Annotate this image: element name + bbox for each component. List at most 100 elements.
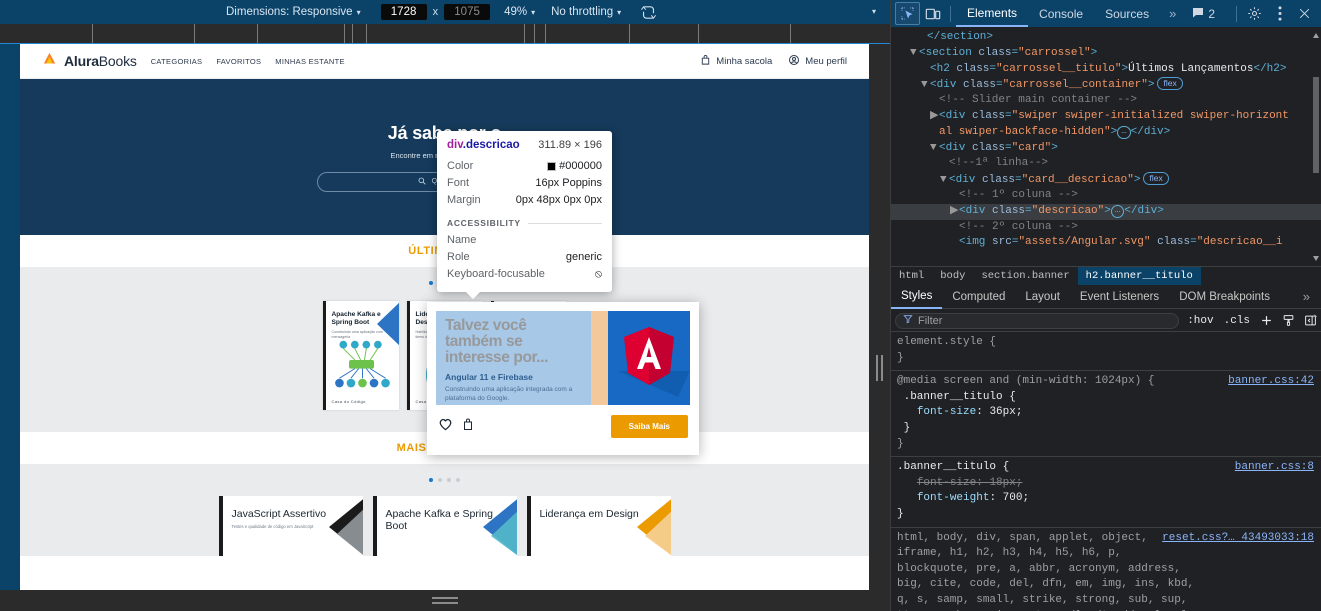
rule-banner-titulo[interactable]: banner.css:8 .banner__titulo { font-size…: [891, 457, 1321, 528]
more-tabs-icon[interactable]: »: [1160, 6, 1185, 21]
accessibility-label: ACCESSIBILITY: [447, 218, 521, 228]
tooltip-key: Role: [447, 251, 470, 263]
carousel-dot[interactable]: [447, 478, 451, 482]
breadcrumb-body[interactable]: body: [932, 267, 973, 286]
dom-line[interactable]: ▶<div class="swiper swiper-initialized s…: [891, 109, 1321, 125]
dom-line[interactable]: <!--1ª linha-->: [891, 156, 1321, 172]
device-toolbar-more-icon[interactable]: ▾: [872, 7, 876, 16]
book-card[interactable]: Apache Kafka e Spring Boot Construindo u…: [322, 301, 399, 410]
dom-line[interactable]: </section>: [891, 30, 1321, 46]
heart-icon[interactable]: [438, 417, 453, 436]
carousel-dot[interactable]: [456, 478, 460, 482]
dom-line[interactable]: ▼ <section class="carrossel">: [891, 46, 1321, 62]
tab-console[interactable]: Console: [1028, 0, 1094, 27]
dom-line[interactable]: ▼ <div class="card">: [891, 141, 1321, 157]
saiba-mais-button[interactable]: Saiba Mais: [610, 415, 688, 438]
dom-tree-scrollbar[interactable]: [1312, 31, 1320, 267]
nav-item-favoritos[interactable]: FAVORITOS: [216, 57, 261, 66]
dom-line[interactable]: al swiper-backface-hidden">… </div>: [891, 125, 1321, 141]
issues-counter[interactable]: 2: [1185, 7, 1222, 21]
new-style-rule-button[interactable]: [1258, 314, 1274, 327]
tab-sources[interactable]: Sources: [1094, 0, 1160, 27]
declaration-value[interactable]: 36px;: [989, 406, 1022, 418]
dom-line[interactable]: ▼ <div class="card__descricao"> flex: [891, 172, 1321, 188]
brush-icon[interactable]: [1280, 314, 1296, 327]
rule-source-link[interactable]: banner.css:42: [1228, 374, 1314, 390]
breadcrumb-h2-banner-titulo[interactable]: h2.banner__titulo: [1077, 266, 1201, 286]
dom-line[interactable]: <img src="assets/Angular.svg" class="des…: [891, 235, 1321, 251]
declaration-value[interactable]: 700;: [1003, 492, 1029, 504]
rule-element-style[interactable]: element.style { }: [891, 332, 1321, 372]
rule-close: }: [897, 507, 904, 520]
viewport-width-input[interactable]: [380, 4, 427, 20]
tab-layout[interactable]: Layout: [1015, 285, 1070, 309]
highlighted-card[interactable]: Talvez você também se interesse por... A…: [427, 302, 699, 455]
bag-icon[interactable]: [462, 417, 474, 436]
hover-state-button[interactable]: :hov: [1185, 315, 1215, 327]
viewport-width-drag-handle[interactable]: [873, 355, 885, 381]
throttling-dropdown[interactable]: No throttling ▾: [551, 6, 621, 18]
book-card[interactable]: Liderança em Design: [526, 496, 671, 556]
styles-rules-list[interactable]: element.style { } banner.css:42 @media s…: [891, 332, 1321, 611]
declaration-value[interactable]: 18px;: [989, 477, 1022, 489]
carousel-dot[interactable]: [429, 478, 433, 482]
breadcrumb-section-banner[interactable]: section.banner: [973, 267, 1077, 286]
gear-icon[interactable]: [1242, 2, 1267, 25]
declaration-property[interactable]: font-weight: [917, 492, 990, 504]
nav-item-categorias[interactable]: CATEGORIAS: [151, 57, 203, 66]
tab-styles[interactable]: Styles: [891, 285, 943, 309]
tab-dom-breakpoints[interactable]: DOM Breakpoints: [1169, 285, 1280, 309]
rule-source-link[interactable]: reset.css?… 43493033:18: [1162, 531, 1314, 547]
book-card[interactable]: JavaScript Assertivo Testes e qualidade …: [218, 496, 363, 556]
dom-tree[interactable]: </section> ▼ <section class="carrossel"> …: [891, 27, 1321, 267]
tooltip-key: Color: [447, 160, 474, 172]
tab-computed[interactable]: Computed: [942, 285, 1015, 309]
flex-badge[interactable]: flex: [1143, 172, 1169, 186]
tab-event-listeners[interactable]: Event Listeners: [1070, 285, 1169, 309]
class-toggle-button[interactable]: .cls: [1222, 315, 1252, 327]
kebab-icon[interactable]: [1267, 2, 1292, 25]
viewport-left-gutter: [0, 44, 20, 611]
dom-line[interactable]: <h2 class="carrossel__titulo">Últimos La…: [891, 62, 1321, 78]
rule-media-banner-titulo[interactable]: banner.css:42 @media screen and (min-wid…: [891, 371, 1321, 458]
declaration-property[interactable]: font-size: [917, 477, 976, 489]
nav-item-minhas-estante[interactable]: MINHAS ESTANTE: [275, 57, 344, 66]
viewport-right-gutter: [869, 44, 890, 611]
rule-source-link[interactable]: banner.css:8: [1235, 460, 1314, 476]
brand-logo[interactable]: AluraBooks: [42, 51, 137, 71]
close-icon[interactable]: [1292, 2, 1317, 25]
tooltip-row-role: Role generic: [447, 249, 602, 266]
book-card[interactable]: Apache Kafka e Spring Boot: [372, 496, 517, 556]
inspect-icon[interactable]: [895, 2, 920, 25]
styles-scroll-up-icon[interactable]: ⌃: [1311, 314, 1319, 325]
rule-selector[interactable]: .banner__titulo {: [904, 391, 1016, 403]
carousel-dots[interactable]: [20, 478, 869, 482]
declaration-property[interactable]: font-size: [917, 406, 976, 418]
dimensions-dropdown[interactable]: Dimensions: Responsive ▾: [226, 6, 361, 18]
dom-line[interactable]: <!-- Slider main container -->: [891, 93, 1321, 109]
flex-badge[interactable]: flex: [1157, 77, 1183, 91]
rule-selector[interactable]: .banner__titulo {: [897, 461, 1009, 473]
styles-filter-input[interactable]: Filter: [895, 312, 1180, 329]
more-style-tabs-icon[interactable]: »: [1303, 289, 1321, 304]
dom-line[interactable]: ▼ <div class="carrossel__container"> flex: [891, 77, 1321, 93]
site-nav: CATEGORIAS FAVORITOS MINHAS ESTANTE: [151, 57, 345, 66]
dom-line-selected[interactable]: ▶<div class="descricao">… </div>: [891, 203, 1321, 220]
breadcrumb-html[interactable]: html: [891, 267, 932, 286]
dom-line[interactable]: <!-- 2º coluna -->: [891, 220, 1321, 236]
viewport-height-drag-handle[interactable]: [0, 590, 890, 611]
rule-reset-css[interactable]: reset.css?… 43493033:18 html, body, div,…: [891, 528, 1321, 611]
tooltip-arrow: [465, 291, 481, 299]
device-toolbar-icon[interactable]: [920, 2, 945, 25]
tab-elements[interactable]: Elements: [956, 0, 1029, 27]
mais-vendidos-carousel: JavaScript Assertivo Testes e qualidade …: [20, 464, 869, 556]
dom-line[interactable]: <!-- 1º coluna -->: [891, 188, 1321, 204]
zoom-dropdown[interactable]: 49% ▾: [504, 6, 535, 18]
carousel-dot[interactable]: [438, 478, 442, 482]
viewport-height-input[interactable]: [444, 4, 491, 20]
carousel-dot[interactable]: [429, 281, 433, 285]
meu-perfil-button[interactable]: Meu perfil: [788, 54, 847, 69]
minha-sacola-button[interactable]: Minha sacola: [700, 54, 772, 69]
search-icon: [418, 177, 426, 187]
rotate-icon[interactable]: [637, 3, 659, 21]
